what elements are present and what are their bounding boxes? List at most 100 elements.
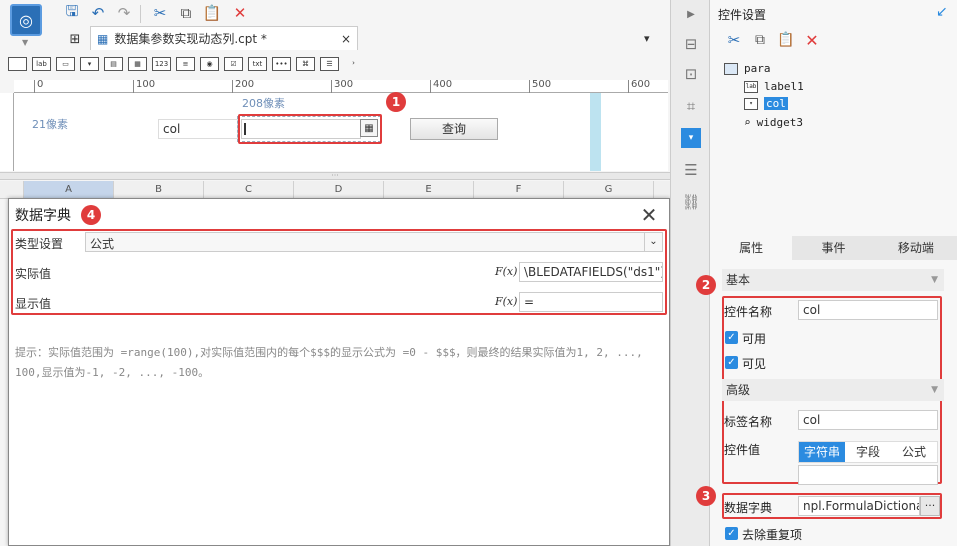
- highlight-box-4: [11, 229, 667, 315]
- tree-node-col[interactable]: ▾ col: [744, 97, 788, 110]
- tab-attributes[interactable]: 属性: [710, 236, 793, 260]
- dialog-title: 数据字典: [15, 208, 71, 224]
- column-header[interactable]: D: [294, 181, 384, 199]
- grid-view-icon[interactable]: ⊞: [66, 30, 84, 48]
- enabled-checkbox[interactable]: ✓: [725, 331, 738, 344]
- column-header[interactable]: G: [564, 181, 654, 199]
- data-dictionary-label: 数据字典: [724, 501, 773, 515]
- section-title: 基本: [726, 273, 751, 287]
- password-widget-icon[interactable]: •••: [272, 57, 291, 71]
- chevron-down-icon: ▼: [931, 385, 938, 395]
- mode-field[interactable]: 字段: [845, 442, 891, 462]
- tab-events[interactable]: 事件: [792, 236, 875, 260]
- undo-icon[interactable]: ↶: [88, 3, 108, 23]
- radio-group-icon[interactable]: ◉: [200, 57, 219, 71]
- column-header[interactable]: E: [384, 181, 474, 199]
- combo-widget-icon[interactable]: ▾: [80, 57, 99, 71]
- textarea-widget-icon[interactable]: ≡: [176, 57, 195, 71]
- list-widget-icon[interactable]: ☰: [320, 57, 339, 71]
- tree-node-label: widget3: [756, 116, 803, 129]
- ruler-tick: 100: [133, 80, 155, 93]
- number-widget-icon[interactable]: 123: [152, 57, 171, 71]
- basic-section-header[interactable]: 基本 ▼: [722, 269, 944, 291]
- tree-node-label: col: [764, 97, 788, 110]
- redo-icon[interactable]: ↷: [114, 3, 134, 23]
- more-widgets-icon[interactable]: ›: [344, 57, 363, 71]
- column-header[interactable]: F: [474, 181, 564, 199]
- tree-node-widget3[interactable]: ⌕ widget3: [744, 116, 803, 129]
- tag-name-input[interactable]: col: [798, 410, 938, 430]
- mode-string[interactable]: 字符串: [799, 442, 845, 462]
- step-badge-4: 4: [81, 205, 101, 225]
- side-tool-strip: ▶ ⊟ ⊡ ⌗ ▾ ☰ ⛓: [670, 0, 710, 546]
- advanced-section-header[interactable]: 高级 ▼: [722, 379, 944, 401]
- button-widget-icon[interactable]: ▭: [56, 57, 75, 71]
- close-tab-icon[interactable]: ×: [341, 32, 351, 46]
- search-icon: ⌕: [744, 116, 751, 129]
- tab-menu-icon[interactable]: ▾: [644, 32, 650, 45]
- grid-widget-icon[interactable]: ▦: [128, 57, 147, 71]
- txt-widget-icon[interactable]: txt: [248, 57, 267, 71]
- panel-tabs: 属性 事件 移动端: [710, 236, 957, 260]
- tree-widget-icon[interactable]: ⌘: [296, 57, 315, 71]
- logo-dropdown-icon[interactable]: ▼: [22, 38, 28, 47]
- widget-value-input[interactable]: [798, 465, 938, 485]
- close-icon[interactable]: ✕: [637, 203, 661, 227]
- expand-arrow-icon[interactable]: ▶: [681, 4, 701, 24]
- cut-icon[interactable]: ✂: [150, 3, 170, 23]
- corner-cell[interactable]: [0, 181, 24, 199]
- step-badge-2: 2: [696, 275, 716, 295]
- column-header[interactable]: C: [204, 181, 294, 199]
- data-dictionary-value[interactable]: npl.FormulaDictionary: [798, 496, 920, 516]
- tree-node-label: label1: [764, 80, 804, 93]
- condition-attr-icon[interactable]: ☰: [681, 160, 701, 180]
- cell-attr-icon[interactable]: ⊡: [681, 64, 701, 84]
- save-icon[interactable]: 🖫: [62, 2, 82, 23]
- label-widget-icon[interactable]: lab: [32, 57, 51, 71]
- widget-name-input[interactable]: col: [798, 300, 938, 320]
- collapse-panel-icon[interactable]: ↙: [936, 4, 948, 20]
- copy-icon[interactable]: ⧉: [176, 3, 196, 23]
- tree-node-para[interactable]: para: [724, 62, 771, 75]
- dedupe-label: 去除重复项: [742, 528, 803, 542]
- tree-node-label1[interactable]: lab label1: [744, 80, 804, 93]
- mode-formula[interactable]: 公式: [891, 442, 937, 462]
- crop-icon[interactable]: ⌗: [681, 96, 701, 116]
- section-title: 高级: [726, 383, 751, 397]
- ruler-tick: 600: [628, 80, 650, 93]
- app-logo-icon[interactable]: ◎: [10, 4, 42, 36]
- copy-icon[interactable]: ⧉: [750, 30, 770, 50]
- document-tab[interactable]: ▦ 数据集参数实现动态列.cpt * ×: [90, 26, 358, 50]
- label-widget[interactable]: col: [158, 119, 238, 139]
- paste-icon[interactable]: 📋: [202, 3, 222, 23]
- column-header[interactable]: B: [114, 181, 204, 199]
- combo-icon: ▾: [744, 97, 758, 110]
- textbox-widget-icon[interactable]: [8, 57, 27, 71]
- panel-title: 控件设置: [718, 8, 767, 22]
- widget-settings-icon[interactable]: ▾: [681, 128, 701, 148]
- cut-icon[interactable]: ✂: [724, 30, 744, 50]
- toolbar-divider: [140, 5, 141, 23]
- dictionary-edit-button[interactable]: ···: [920, 496, 940, 516]
- label-icon: lab: [744, 80, 758, 93]
- column-header[interactable]: A: [24, 181, 114, 199]
- highlight-box-1: [238, 114, 382, 144]
- checkbox-group-icon[interactable]: ☑: [224, 57, 243, 71]
- layout-icon[interactable]: ⊟: [681, 34, 701, 54]
- visible-checkbox[interactable]: ✓: [725, 356, 738, 369]
- delete-icon[interactable]: ✕: [802, 30, 822, 50]
- tree-combo-widget-icon[interactable]: ▤: [104, 57, 123, 71]
- delete-icon[interactable]: ✕: [230, 3, 250, 23]
- enabled-label: 可用: [742, 332, 767, 346]
- hyperlink-icon[interactable]: ⛓: [681, 192, 701, 212]
- widget-value-mode: 字符串 字段 公式: [798, 441, 938, 463]
- query-button[interactable]: 查询: [410, 118, 498, 140]
- ruler-tick: 400: [430, 80, 452, 93]
- dedupe-checkbox[interactable]: ✓: [725, 527, 738, 540]
- widget-value-label: 控件值: [724, 443, 761, 457]
- tab-mobile[interactable]: 移动端: [874, 236, 957, 260]
- paste-icon[interactable]: 📋: [776, 30, 796, 50]
- height-indicator: 21像素: [32, 118, 68, 131]
- ruler-tick: 0: [34, 80, 43, 93]
- pane-splitter[interactable]: ···: [0, 172, 670, 180]
